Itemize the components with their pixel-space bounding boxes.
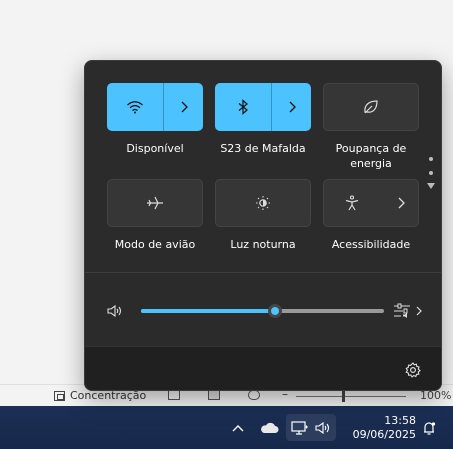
- energy-saver-label: Poupança de energia: [311, 141, 431, 171]
- leaf-icon: [364, 100, 378, 114]
- focus-icon: [54, 390, 65, 401]
- page-dot[interactable]: [429, 171, 433, 175]
- volume-slider-fill: [141, 309, 275, 313]
- energy-saver-tile[interactable]: [323, 83, 419, 131]
- volume-slider[interactable]: [141, 304, 384, 318]
- notifications-button[interactable]: [418, 414, 440, 441]
- brightness-icon: [256, 196, 270, 210]
- wifi-tile: [107, 83, 203, 131]
- system-tray-button[interactable]: [286, 414, 336, 441]
- web-layout-icon[interactable]: [248, 390, 260, 400]
- airplane-icon: [147, 196, 163, 210]
- airplane-mode-tile[interactable]: [107, 179, 203, 227]
- volume-mixer-button[interactable]: [393, 301, 425, 321]
- bell-icon: [424, 421, 436, 435]
- night-light-tile[interactable]: [215, 179, 311, 227]
- chevron-right-icon: [181, 101, 188, 113]
- accessibility-tile: [323, 179, 419, 227]
- bluetooth-label: S23 de Mafalda: [220, 142, 306, 155]
- wifi-expand-button[interactable]: [164, 83, 203, 131]
- chevron-right-icon: [289, 101, 296, 113]
- chevron-up-icon: [232, 424, 244, 431]
- cloud-icon: [261, 422, 279, 433]
- onedrive-button[interactable]: [256, 414, 282, 441]
- scroll-down-icon[interactable]: [427, 183, 435, 189]
- speaker-icon: [107, 304, 122, 318]
- divider: [85, 272, 441, 273]
- quick-settings-panel: Disponível S23 de Mafalda Poupança de en…: [84, 60, 442, 391]
- accessibility-label: Acessibilidade: [331, 238, 411, 251]
- print-layout-icon[interactable]: [208, 390, 220, 400]
- clock-date: 09/06/2025: [352, 427, 416, 441]
- wifi-label: Disponível: [126, 142, 184, 155]
- airplane-mode-label: Modo de avião: [114, 238, 196, 251]
- quick-settings-footer: [85, 346, 441, 390]
- bluetooth-icon: [238, 99, 248, 115]
- page-dot[interactable]: [429, 157, 433, 161]
- accessibility-toggle[interactable]: [324, 180, 380, 226]
- clock[interactable]: 13:58 09/06/2025: [346, 414, 416, 441]
- read-mode-icon[interactable]: [168, 390, 180, 400]
- accessibility-icon: [345, 195, 359, 211]
- bluetooth-expand-button[interactable]: [272, 83, 311, 131]
- energy-saver-label-line1: Poupança de: [335, 142, 407, 155]
- bluetooth-tile: [215, 83, 311, 131]
- night-light-label: Luz noturna: [230, 238, 296, 251]
- clock-time: 13:58: [384, 413, 416, 427]
- bluetooth-toggle[interactable]: [215, 83, 271, 131]
- volume-slider-thumb[interactable]: [267, 304, 282, 318]
- zoom-slider-track[interactable]: [296, 396, 406, 397]
- mute-button[interactable]: [107, 304, 123, 318]
- accessibility-expand-button[interactable]: [381, 180, 420, 226]
- wifi-icon: [127, 101, 143, 114]
- show-hidden-icons-button[interactable]: [226, 414, 250, 441]
- audio-mixer-icon: [394, 303, 410, 318]
- page-indicator[interactable]: [427, 157, 435, 189]
- zoom-slider-thumb[interactable]: [342, 391, 345, 402]
- energy-saver-label-line2: energia: [350, 157, 392, 170]
- wifi-toggle[interactable]: [107, 83, 163, 131]
- speaker-icon: [315, 421, 330, 434]
- network-icon: [291, 420, 308, 435]
- chevron-right-icon: [416, 306, 422, 316]
- chevron-right-icon: [398, 197, 405, 209]
- gear-icon: [405, 362, 421, 378]
- taskbar: 13:58 09/06/2025: [0, 406, 453, 449]
- settings-button[interactable]: [405, 362, 421, 378]
